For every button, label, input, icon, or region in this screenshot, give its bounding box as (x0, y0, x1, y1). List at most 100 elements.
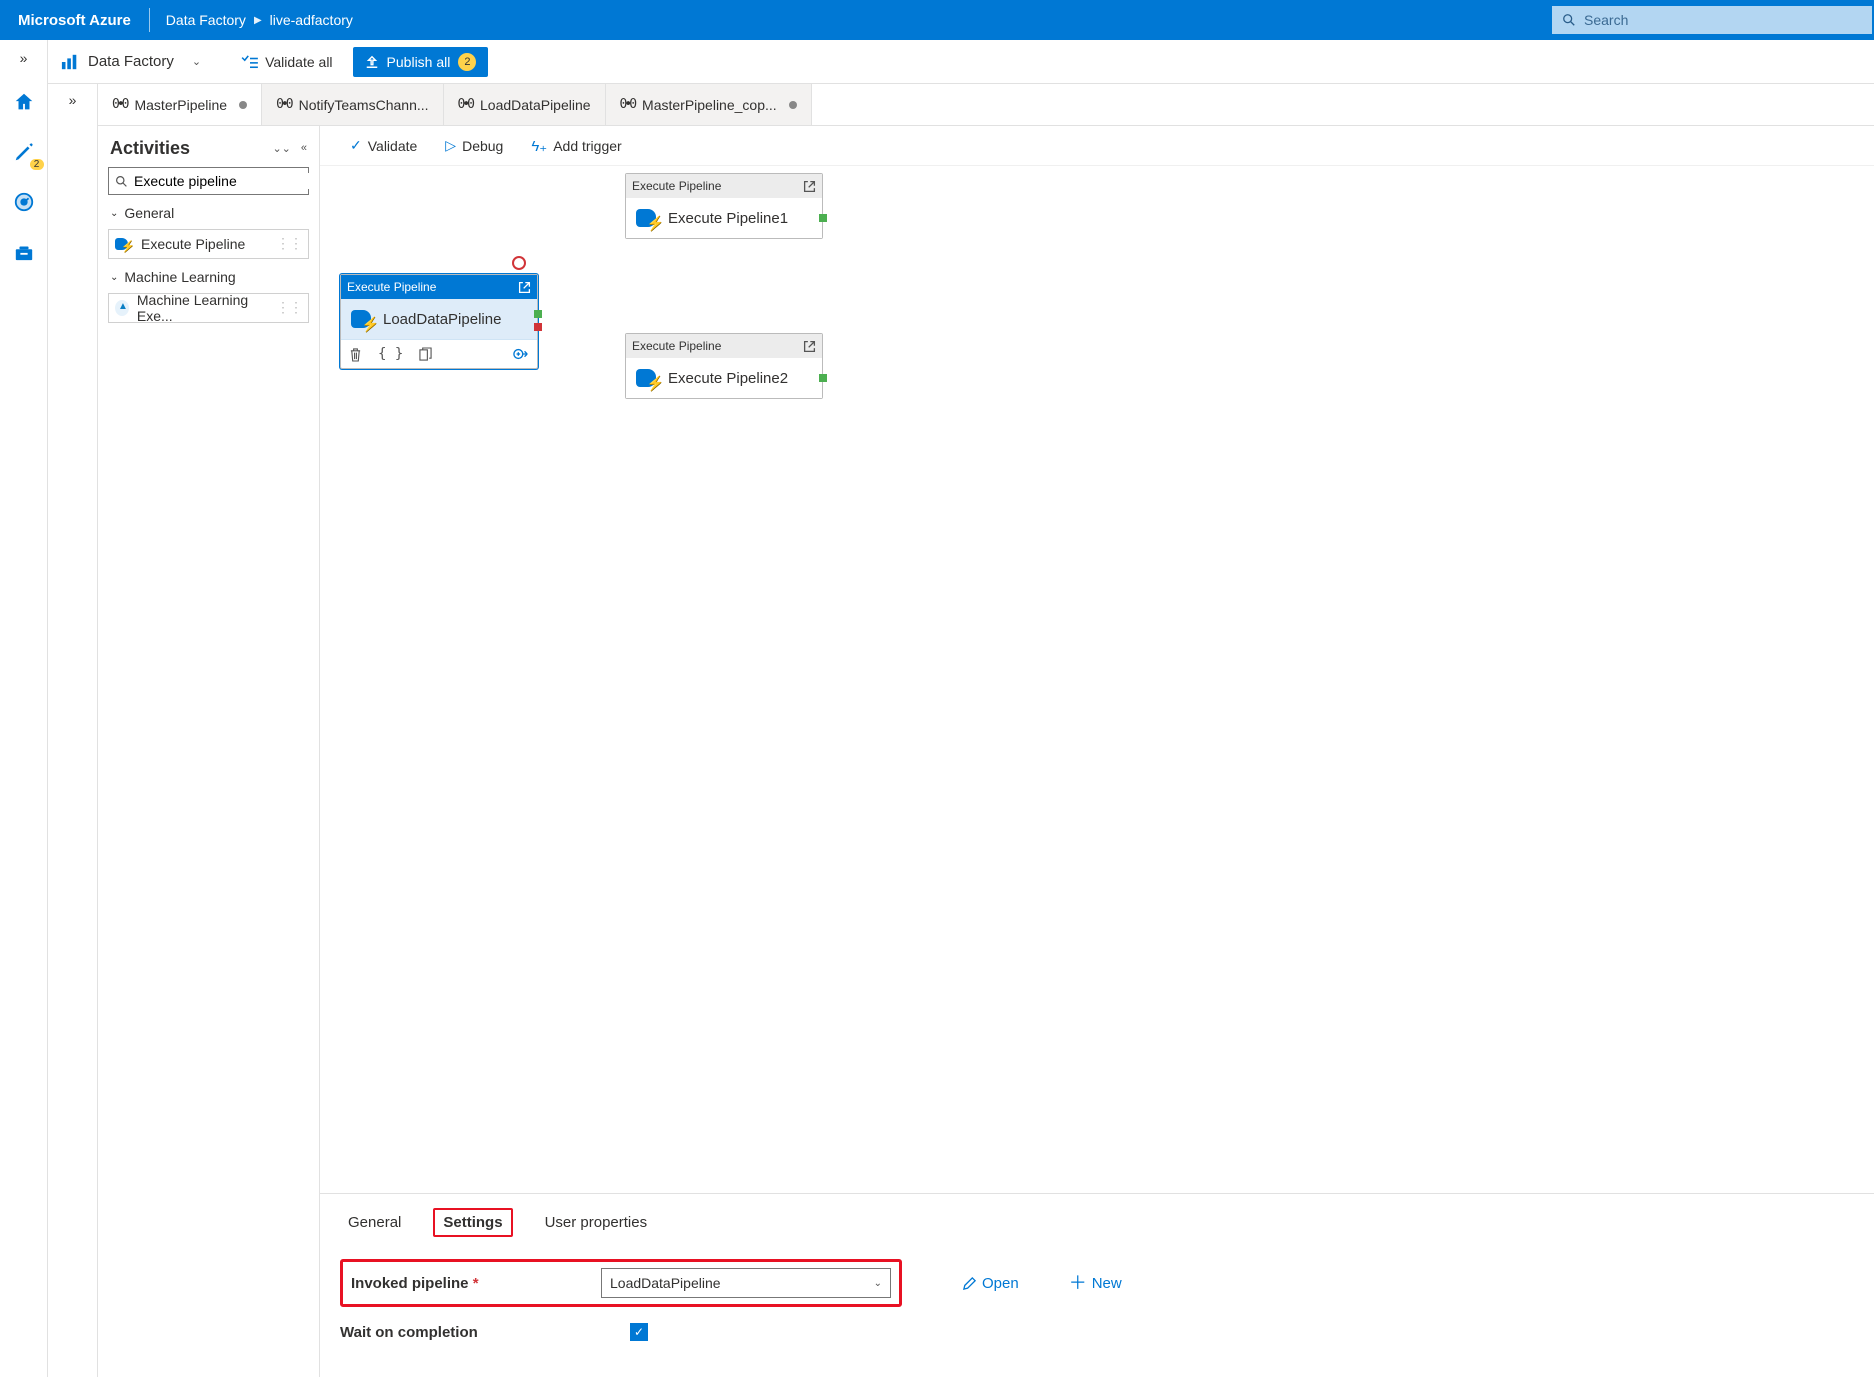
azure-logo: Microsoft Azure (0, 12, 149, 29)
activities-title: Activities (110, 138, 190, 159)
success-port[interactable] (819, 214, 827, 222)
tab-notify-teams[interactable]: 0•0 NotifyTeamsChann... (262, 84, 443, 125)
pipeline-icon: 0•0 (112, 97, 126, 112)
add-activity-icon[interactable] (513, 347, 529, 361)
open-label: Open (982, 1275, 1019, 1292)
validate-button[interactable]: ✓ Validate (350, 137, 417, 154)
search-icon (115, 175, 128, 188)
node-name: Execute Pipeline1 (668, 210, 788, 227)
breadcrumb-service[interactable]: Data Factory (166, 12, 246, 28)
rail-author-badge: 2 (30, 159, 44, 170)
trigger-icon: ϟ₊ (531, 137, 547, 155)
node-execute-pipeline-1[interactable]: Execute Pipeline ⚡ Execute Pipeline1 (625, 173, 823, 239)
plus-icon: ＋ (1069, 1276, 1087, 1290)
pipeline-icon: 0•0 (620, 97, 634, 112)
execute-pipeline-icon: ⚡ (636, 368, 660, 388)
drag-grip-icon: ⋮⋮ (276, 300, 302, 316)
collapse-all-icon[interactable]: ⌄⌄ (272, 142, 290, 155)
tab-label: LoadDataPipeline (480, 97, 591, 113)
left-rail: » 2 (0, 40, 48, 1377)
chevron-down-icon: ⌄ (192, 55, 201, 68)
search-icon (1562, 13, 1576, 27)
open-external-icon[interactable] (803, 180, 816, 193)
activity-search[interactable] (108, 167, 309, 195)
delete-icon[interactable] (349, 347, 362, 362)
execute-pipeline-icon: ⚡ (115, 237, 133, 251)
open-pipeline-link[interactable]: Open (962, 1275, 1019, 1292)
activity-category-general[interactable]: ⌄ General (98, 195, 319, 225)
publish-all-button[interactable]: Publish all 2 (353, 47, 489, 77)
upload-icon (365, 55, 379, 69)
open-external-icon[interactable] (518, 281, 531, 294)
open-external-icon[interactable] (803, 340, 816, 353)
tab-settings[interactable]: Settings (433, 1208, 512, 1237)
rail-monitor[interactable] (8, 186, 40, 218)
chevron-double-right-icon: » (69, 92, 77, 108)
activity-ml-execute[interactable]: Machine Learning Exe... ⋮⋮ (108, 293, 309, 323)
tab-user-properties[interactable]: User properties (537, 1210, 656, 1235)
pipeline-canvas[interactable]: Execute Pipeline ⚡ LoadDataPipeline (320, 166, 1874, 1193)
node-load-data-pipeline[interactable]: Execute Pipeline ⚡ LoadDataPipeline (340, 274, 538, 369)
breadcrumb-resource[interactable]: live-adfactory (270, 12, 353, 28)
activity-search-input[interactable] (134, 173, 315, 189)
category-label: General (124, 205, 174, 221)
tab-master-copy[interactable]: 0•0 MasterPipeline_cop... (606, 84, 812, 125)
invoked-pipeline-value: LoadDataPipeline (610, 1275, 721, 1291)
play-icon: ▷ (445, 137, 456, 154)
add-trigger-button[interactable]: ϟ₊ Add trigger (531, 137, 621, 155)
explorer-collapsed[interactable]: » (48, 84, 98, 1377)
failure-port[interactable] (534, 323, 542, 331)
debug-button[interactable]: ▷ Debug (445, 137, 503, 154)
publish-count-badge: 2 (458, 53, 476, 71)
tab-label: MasterPipeline (134, 97, 227, 113)
activity-label: Machine Learning Exe... (137, 292, 268, 324)
add-trigger-label: Add trigger (553, 138, 621, 154)
invoked-pipeline-select[interactable]: LoadDataPipeline ⌄ (601, 1268, 891, 1298)
wait-on-completion-label: Wait on completion (340, 1324, 478, 1341)
breadcrumb: Data Factory ▶ live-adfactory (150, 12, 369, 28)
chevron-down-icon: ⌄ (874, 1278, 882, 1289)
tab-general[interactable]: General (340, 1210, 409, 1235)
chevron-down-icon: ⌄ (110, 208, 118, 219)
validate-all-button[interactable]: Validate all (235, 50, 338, 74)
rail-manage[interactable] (8, 236, 40, 268)
node-name: Execute Pipeline2 (668, 370, 788, 387)
factory-picker[interactable]: Data Factory ⌄ (60, 53, 201, 71)
global-search-input[interactable] (1584, 12, 1862, 28)
required-star: * (473, 1275, 479, 1292)
pipeline-icon: 0•0 (458, 97, 472, 112)
code-icon[interactable]: { } (378, 346, 403, 362)
node-name: LoadDataPipeline (383, 311, 501, 328)
activity-category-ml[interactable]: ⌄ Machine Learning (98, 259, 319, 289)
node-type-label: Execute Pipeline (632, 339, 721, 353)
rail-expand[interactable]: » (8, 48, 40, 68)
breakpoint-icon[interactable] (512, 256, 526, 270)
activity-execute-pipeline[interactable]: ⚡ Execute Pipeline ⋮⋮ (108, 229, 309, 259)
node-type-label: Execute Pipeline (632, 179, 721, 193)
global-search[interactable] (1552, 6, 1872, 34)
node-execute-pipeline-2[interactable]: Execute Pipeline ⚡ Execute Pipeline2 (625, 333, 823, 399)
success-port[interactable] (819, 374, 827, 382)
activities-pane: Activities ⌄⌄ « ⌄ General (98, 126, 320, 1377)
rail-author[interactable]: 2 (8, 136, 40, 168)
new-pipeline-link[interactable]: ＋ New (1069, 1275, 1122, 1292)
chevron-double-right-icon: » (20, 50, 28, 66)
validate-label: Validate (368, 138, 418, 154)
pipeline-icon: 0•0 (276, 97, 290, 112)
success-port[interactable] (534, 310, 542, 318)
factory-icon (60, 53, 80, 71)
node-type-label: Execute Pipeline (347, 280, 436, 294)
tab-load-data[interactable]: 0•0 LoadDataPipeline (444, 84, 606, 125)
rail-home[interactable] (8, 86, 40, 118)
new-label: New (1092, 1275, 1122, 1292)
pencil-icon (962, 1276, 977, 1291)
validate-all-label: Validate all (265, 54, 332, 70)
tab-master-pipeline[interactable]: 0•0 MasterPipeline (98, 84, 262, 125)
publish-all-label: Publish all (387, 54, 451, 70)
wait-on-completion-checkbox[interactable]: ✓ (630, 1323, 648, 1341)
dirty-indicator-icon (789, 101, 797, 109)
collapse-pane-icon[interactable]: « (301, 142, 307, 155)
copy-icon[interactable] (419, 347, 432, 362)
node-actions: { } (341, 339, 537, 368)
execute-pipeline-icon: ⚡ (636, 208, 660, 228)
